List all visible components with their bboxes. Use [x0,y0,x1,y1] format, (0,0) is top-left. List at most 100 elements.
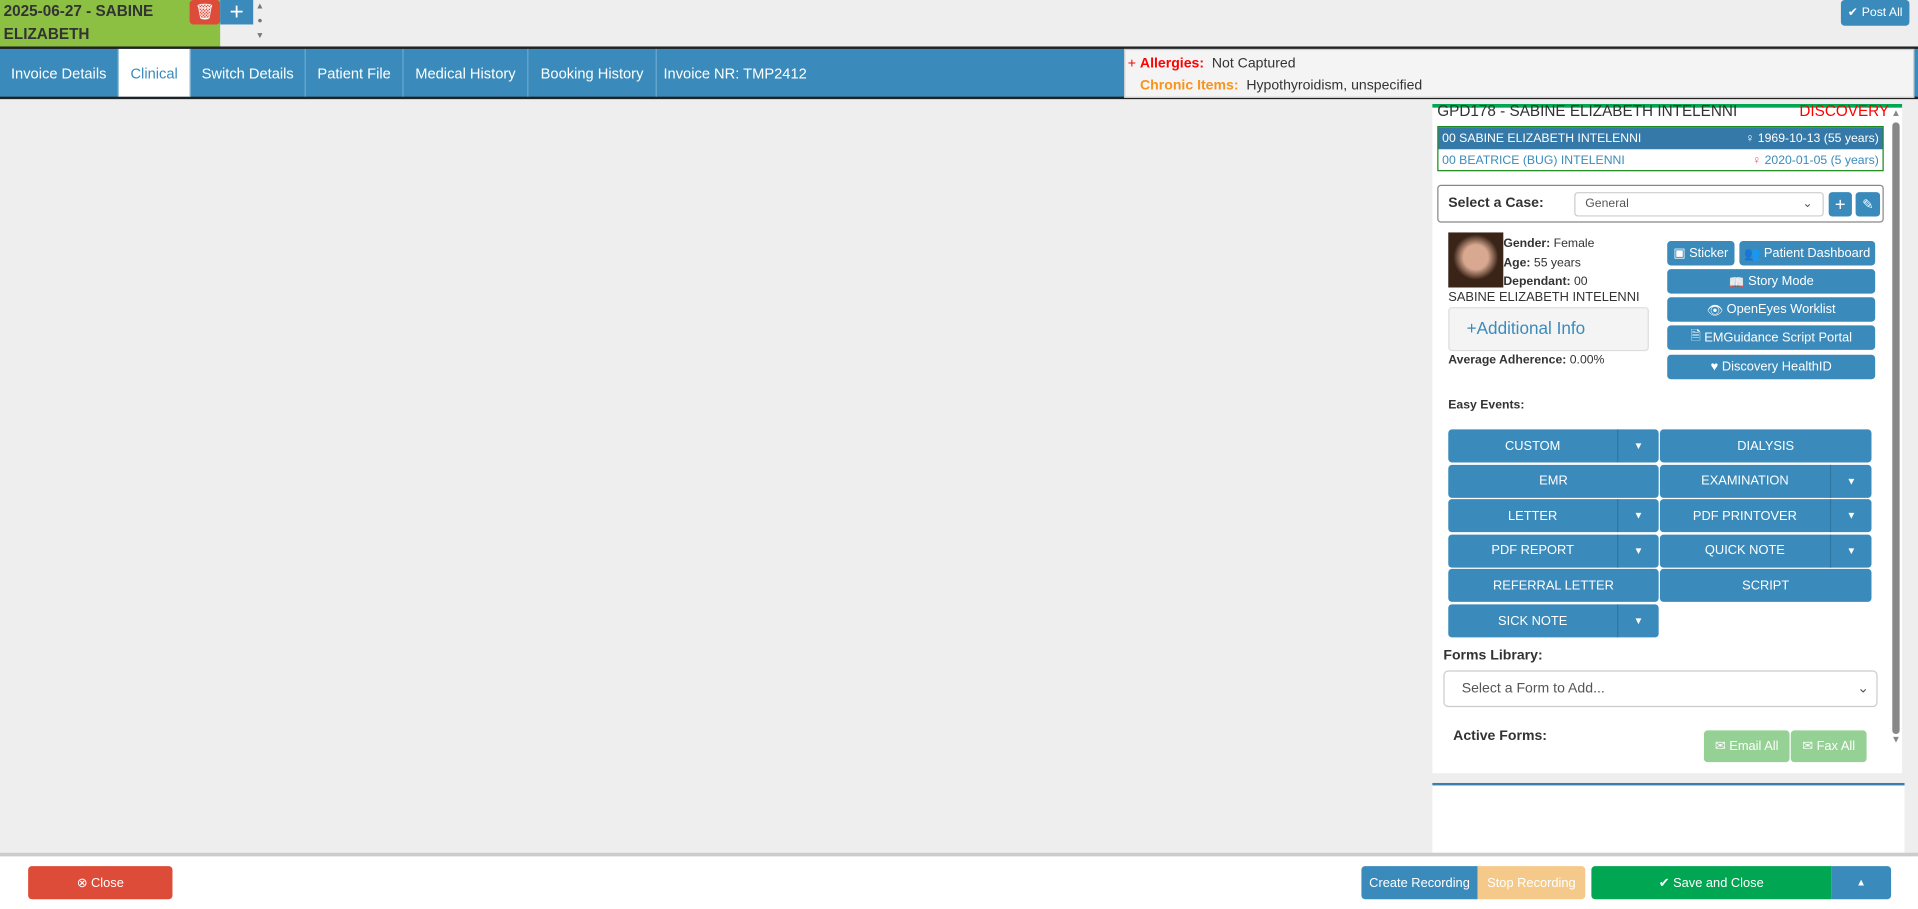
caret-down-icon[interactable]: ▼ [1617,429,1659,463]
easy-event-label: QUICK NOTE [1704,543,1785,559]
easy-event-label: LETTER [1508,508,1558,524]
family-member-row[interactable]: 00 SABINE ELIZABETH INTELENNI ♀ 1969-10-1… [1438,127,1883,150]
fax-all-button[interactable]: ✉ Fax All [1790,730,1867,763]
emguidance-label: EMGuidance Script Portal [1704,330,1853,345]
female-icon: ♀ [1752,153,1762,167]
delete-invoice-button[interactable]: 🗑 [189,0,221,25]
caret-down-icon[interactable]: ▼ [1829,534,1872,568]
forms-library-label: Forms Library: [1443,648,1543,664]
tab-patient-file[interactable]: Patient File [306,48,404,97]
easy-event-emr-button[interactable]: EMR [1448,464,1659,498]
adherence: Average Adherence: 0.00% [1448,354,1604,367]
gender-value: Female [1553,237,1595,251]
adherence-label: Average Adherence: [1448,353,1567,368]
plus-icon: + [1834,193,1846,215]
stop-recording-label: Stop Recording [1487,875,1576,891]
post-all-button[interactable]: ✔ Post All [1840,0,1910,26]
case-label: Select a Case: [1448,195,1544,211]
forms-library-select[interactable]: Select a Form to Add... ⌄ [1443,670,1878,708]
gender-label: Gender: [1503,237,1551,251]
caret-down-icon[interactable]: ▼ [1617,534,1659,568]
plus-icon: + [229,0,244,26]
tab-switch-details[interactable]: Switch Details [191,48,306,97]
lower-panel [1432,782,1905,853]
additional-info-button[interactable]: +Additional Info [1448,307,1649,352]
email-all-button[interactable]: ✉ Email All [1703,730,1790,763]
openeyes-label: OpenEyes Worklist [1726,302,1836,317]
close-button[interactable]: ⊗ Close [28,866,173,900]
easy-event-label: PDF PRINTOVER [1692,508,1797,524]
easy-event-quick-note-button[interactable]: QUICK NOTE ▼ [1659,534,1872,568]
heart-icon: ♥ [1710,359,1722,375]
easy-event-script-button[interactable]: SCRIPT [1659,569,1872,603]
patient-demographics: Gender: Female Age: 55 years Dependant: … [1503,235,1594,292]
create-recording-button[interactable]: Create Recording [1361,866,1478,900]
additional-info-label: Additional Info [1476,318,1586,338]
book-reader-icon: 📖 [1728,274,1749,290]
dependant-value: 00 [1573,275,1588,289]
family-member-row[interactable]: 00 BEATRICE (BUG) INTELENNI ♀ 2020-01-05 … [1438,149,1882,171]
female-icon: ♀ [1745,131,1755,145]
envelope-icon: ✉ [1714,738,1730,754]
dashboard-label: Patient Dashboard [1763,245,1871,261]
active-forms-label: Active Forms: [1453,729,1547,744]
stop-recording-button[interactable]: Stop Recording [1477,866,1586,900]
alerts-box: + Allergies: Not Captured Chronic Items:… [1124,48,1915,98]
tab-medical-history[interactable]: Medical History [404,48,529,97]
caret-down-icon[interactable]: ▼ [1829,499,1872,533]
patient-dashboard-button[interactable]: 👥 Patient Dashboard [1739,241,1876,266]
allergies-value: Not Captured [1211,56,1296,71]
invoice-scrollbar[interactable]: ▲ ● ▼ [253,0,266,46]
age-value: 55 years [1533,256,1581,270]
eye-icon: 👁 [1706,302,1727,318]
trash-icon: 🗑 [194,2,215,21]
member-name: 00 BEATRICE (BUG) INTELENNI [1442,153,1625,167]
caret-down-icon[interactable]: ▼ [1829,464,1872,498]
case-value: General [1585,196,1629,211]
caret-down-icon[interactable]: ▼ [1617,499,1659,533]
easy-event-sick-note-button[interactable]: SICK NOTE ▼ [1448,604,1659,638]
chevron-down-icon: ⌄ [1857,681,1870,697]
document-icon: 🗎 [1690,329,1705,344]
invoice-title[interactable]: 2025-06-27 - SABINE ELIZABETH [0,0,221,47]
add-invoice-button[interactable]: + [220,0,254,26]
tab-clinical[interactable]: Clinical [118,48,191,97]
case-selector-box: Select a Case: General ⌄ + ✎ [1437,184,1884,223]
healthid-button[interactable]: ♥ Discovery HealthID [1667,354,1876,380]
invoice-number: Invoice NR: TMP2412 [663,64,807,82]
edit-case-button[interactable]: ✎ [1855,192,1881,217]
easy-event-dialysis-button[interactable]: DIALYSIS [1659,429,1872,463]
easy-event-label: EMR [1539,473,1568,489]
emguidance-button[interactable]: 🗎 EMGuidance Script Portal [1667,325,1876,350]
close-label: Close [91,875,124,891]
sticker-button[interactable]: ▣ Sticker [1667,241,1735,266]
fax-all-label: Fax All [1816,738,1856,754]
users-icon: 👥 [1744,246,1764,262]
chronic-value: Hypothyroidism, unspecified [1246,78,1423,93]
easy-event-custom-button[interactable]: CUSTOM ▼ [1448,429,1659,463]
chronic-label: Chronic Items: [1140,78,1239,93]
panel-scrollbar[interactable]: ▲ ▼ [1890,108,1902,769]
caret-up-icon: ▲ [1856,877,1866,889]
easy-event-pdf-report-button[interactable]: PDF REPORT ▼ [1448,534,1659,568]
add-case-button[interactable]: + [1828,192,1852,217]
save-and-close-button[interactable]: ✔ Save and Close [1591,866,1832,900]
patient-avatar [1448,232,1504,288]
caret-down-icon[interactable]: ▼ [1617,604,1659,638]
scheme-label: DISCOVERY [1799,102,1890,120]
healthid-label: Discovery HealthID [1721,359,1832,375]
easy-event-label: EXAMINATION [1701,473,1789,489]
save-options-toggle[interactable]: ▲ [1831,866,1892,900]
case-select[interactable]: General ⌄ [1574,192,1824,217]
story-mode-button[interactable]: 📖 Story Mode [1667,269,1876,294]
sticker-icon: ▣ [1673,245,1690,261]
easy-event-referral-letter-button[interactable]: REFERRAL LETTER [1448,569,1659,603]
easy-event-pdf-printover-button[interactable]: PDF PRINTOVER ▼ [1659,499,1872,533]
forms-placeholder: Select a Form to Add... [1461,681,1605,697]
tab-booking-history[interactable]: Booking History [528,48,657,97]
easy-event-examination-button[interactable]: EXAMINATION ▼ [1659,464,1872,498]
openeyes-worklist-button[interactable]: 👁 OpenEyes Worklist [1667,297,1876,322]
easy-event-letter-button[interactable]: LETTER ▼ [1448,499,1659,533]
tab-invoice-details[interactable]: Invoice Details [0,48,119,97]
member-dob: 1969-10-13 (55 years) [1757,131,1879,145]
